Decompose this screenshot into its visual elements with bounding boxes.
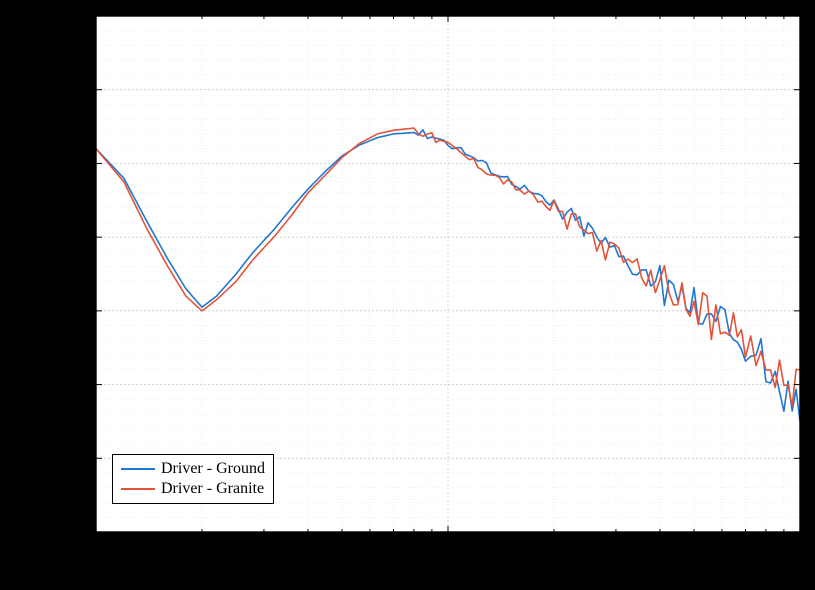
- legend-swatch: [121, 468, 155, 470]
- legend-item-ground: Driver - Ground: [121, 459, 265, 479]
- legend: Driver - Ground Driver - Granite: [112, 454, 274, 504]
- legend-label: Driver - Ground: [161, 460, 265, 478]
- legend-swatch: [121, 488, 155, 490]
- legend-item-granite: Driver - Granite: [121, 479, 265, 499]
- legend-label: Driver - Granite: [161, 480, 264, 498]
